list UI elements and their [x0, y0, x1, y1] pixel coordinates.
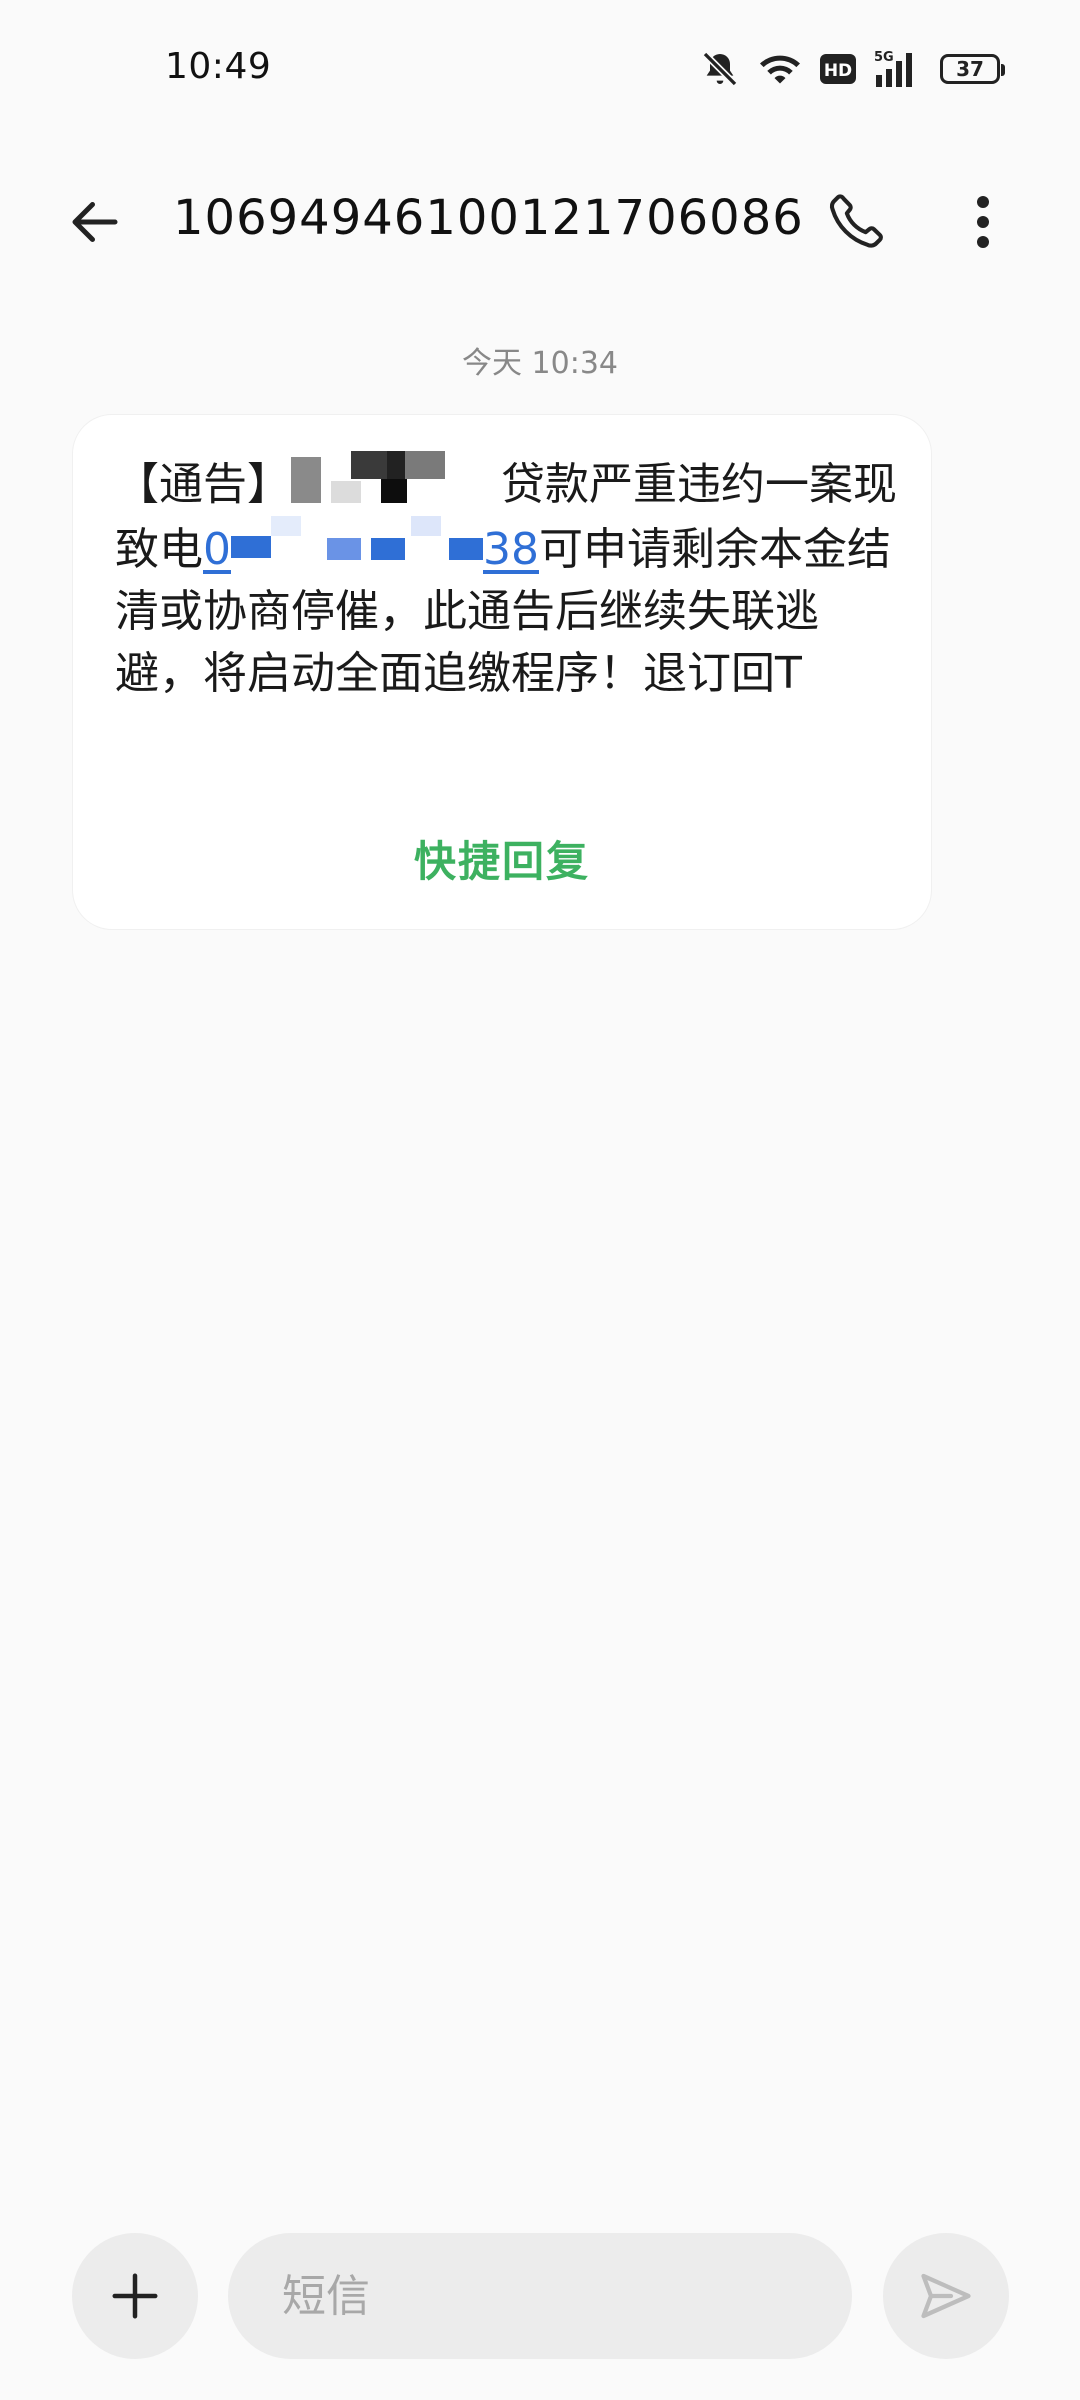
more-vertical-icon [977, 196, 989, 248]
status-time: 10:49 [165, 46, 272, 87]
call-button[interactable] [817, 182, 897, 262]
hd-icon: HD [820, 54, 856, 84]
date-separator: 今天 10:34 [462, 346, 618, 381]
status-bar: 10:49 HD 5G 37 [0, 0, 1080, 140]
more-button[interactable] [943, 182, 1023, 262]
network-type-label: 5G [874, 50, 894, 65]
message-part-1: 【通告】 [115, 459, 291, 510]
conversation-header: 1069494610012170​6086 [0, 170, 1080, 270]
battery-level: 37 [956, 57, 984, 81]
message-bubble[interactable]: 【通告】 贷款严重违约一案现致电0 38可申请剩余本金结清或协商停催，此通告后继续失… [72, 414, 932, 930]
battery-icon: 37 [940, 54, 1005, 84]
redacted-phone-digits [231, 516, 483, 570]
status-icons: HD 5G 37 [700, 48, 1005, 90]
send-button[interactable] [883, 2233, 1009, 2359]
signal-icon: 5G [874, 49, 922, 89]
message-input[interactable] [228, 2233, 852, 2359]
quick-reply-button[interactable]: 快捷回复 [73, 828, 931, 889]
wifi-icon [758, 49, 802, 89]
arrow-left-icon [72, 202, 118, 242]
phone-icon [829, 194, 883, 248]
plus-icon [112, 2273, 158, 2319]
hd-label: HD [824, 61, 852, 81]
phone-number-suffix: 38 [483, 524, 539, 575]
phone-number-link[interactable]: 0 38 [203, 516, 539, 575]
send-icon [921, 2273, 971, 2319]
bell-off-icon [700, 49, 740, 89]
redacted-block [291, 451, 501, 505]
message-text: 【通告】 贷款严重违约一案现致电0 38可申请剩余本金结清或协商停催，此通告后继续失… [115, 451, 905, 705]
add-attachment-button[interactable] [72, 2233, 198, 2359]
contact-title: 1069494610012170​6086 [173, 190, 804, 246]
back-button[interactable] [55, 182, 135, 262]
phone-number-prefix: 0 [203, 524, 231, 575]
